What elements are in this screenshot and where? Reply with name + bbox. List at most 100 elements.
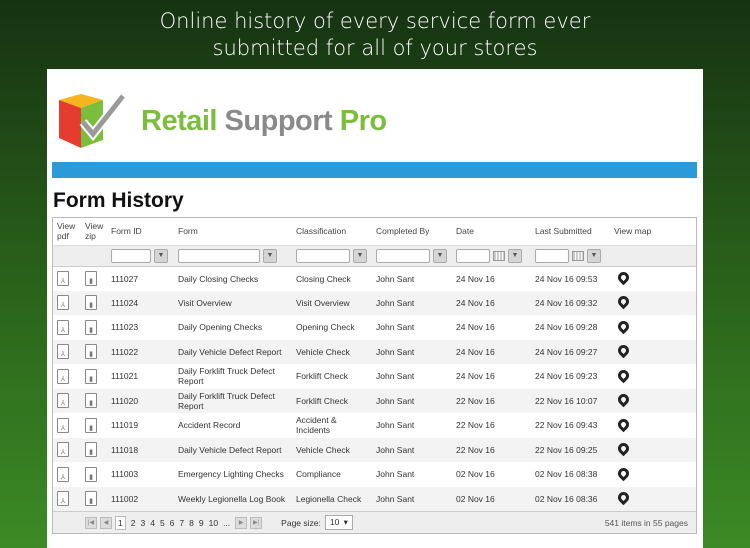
zip-icon[interactable]: ▮ bbox=[85, 466, 97, 482]
page-size-select[interactable]: 10 ▾ bbox=[324, 515, 353, 530]
completed-by: John Sant bbox=[376, 469, 415, 480]
table-row: ⅄ ▮ 111022 Daily Vehicle Defect Report V… bbox=[53, 339, 696, 364]
table-row: ⅄ ▮ 111018 Daily Vehicle Defect Report V… bbox=[53, 437, 696, 462]
pdf-icon[interactable]: ⅄ bbox=[57, 417, 69, 433]
column-header[interactable]: Form bbox=[174, 218, 292, 246]
form-filter-input[interactable] bbox=[178, 248, 260, 263]
pdf-icon[interactable]: ⅄ bbox=[57, 344, 69, 360]
zip-icon[interactable]: ▮ bbox=[85, 368, 97, 384]
pdf-icon[interactable]: ⅄ bbox=[57, 442, 69, 458]
pdf-icon[interactable]: ⅄ bbox=[57, 271, 69, 286]
next-page-button[interactable]: ▶ bbox=[235, 516, 248, 529]
page-link[interactable]: 3 bbox=[140, 518, 145, 528]
form-name: Visit Overview bbox=[174, 290, 292, 315]
map-pin-icon[interactable] bbox=[615, 318, 632, 335]
filter-icon[interactable]: ▼ bbox=[353, 248, 367, 263]
pdf-icon[interactable]: ⅄ bbox=[57, 393, 69, 409]
page-link[interactable]: 8 bbox=[189, 518, 194, 528]
logo-text: Retail Support Pro bbox=[141, 104, 387, 137]
zip-icon[interactable]: ▮ bbox=[85, 319, 97, 335]
calendar-icon[interactable] bbox=[493, 250, 505, 261]
completed-by: John Sant bbox=[376, 371, 415, 382]
date-filter-input[interactable] bbox=[456, 248, 490, 263]
map-pin-icon[interactable] bbox=[615, 465, 632, 482]
filter-icon[interactable]: ▼ bbox=[433, 248, 447, 263]
page-link[interactable]: 10 bbox=[209, 518, 218, 528]
classification: Legionella Check bbox=[292, 486, 372, 511]
last-page-button[interactable]: ▶| bbox=[250, 516, 263, 529]
zip-icon[interactable]: ▮ bbox=[85, 491, 97, 507]
table-row: ⅄ ▮ 111021 Daily Forklift Truck Defect R… bbox=[53, 364, 696, 389]
last-submitted: 22 Nov 16 10:07 bbox=[531, 388, 610, 413]
date: 24 Nov 16 bbox=[452, 290, 531, 315]
filter-icon[interactable]: ▼ bbox=[587, 248, 601, 263]
completed-by-filter-input[interactable] bbox=[376, 248, 430, 263]
filter-icon[interactable]: ▼ bbox=[154, 248, 168, 263]
filter-icon[interactable]: ▼ bbox=[263, 248, 277, 263]
page-link[interactable]: 5 bbox=[160, 518, 165, 528]
page-link[interactable]: 6 bbox=[170, 518, 175, 528]
last-submitted-filter-input[interactable] bbox=[535, 248, 569, 263]
page-link[interactable]: 2 bbox=[131, 518, 136, 528]
classification: Vehicle Check bbox=[292, 339, 372, 364]
map-pin-icon[interactable] bbox=[615, 342, 632, 359]
map-pin-icon[interactable] bbox=[615, 391, 632, 408]
column-header[interactable]: View zip bbox=[81, 218, 107, 246]
pdf-icon[interactable]: ⅄ bbox=[57, 319, 69, 335]
column-header[interactable]: Completed By bbox=[372, 218, 452, 246]
completed-by: John Sant bbox=[376, 420, 415, 431]
zip-icon[interactable]: ▮ bbox=[85, 344, 97, 360]
pdf-icon[interactable]: ⅄ bbox=[57, 466, 69, 482]
column-header[interactable]: Classification bbox=[292, 218, 372, 246]
zip-icon[interactable]: ▮ bbox=[85, 393, 97, 409]
filter-icon[interactable]: ▼ bbox=[508, 248, 522, 263]
map-pin-icon[interactable] bbox=[615, 293, 632, 310]
zip-icon[interactable]: ▮ bbox=[85, 442, 97, 458]
date: 22 Nov 16 bbox=[452, 437, 531, 462]
form-name: Daily Forklift Truck Defect Report bbox=[174, 388, 292, 413]
classification-filter-input[interactable] bbox=[296, 248, 350, 263]
form-name: Emergency Lighting Checks bbox=[178, 469, 284, 480]
date: 22 Nov 16 bbox=[456, 420, 495, 431]
page-link[interactable]: 7 bbox=[179, 518, 184, 528]
page-title: Form History bbox=[53, 189, 184, 212]
prev-page-button[interactable]: ◀ bbox=[100, 516, 112, 529]
form-id-filter-input[interactable] bbox=[111, 248, 151, 263]
page-link[interactable]: 4 bbox=[150, 518, 155, 528]
classification: Vehicle Check bbox=[292, 437, 372, 462]
zip-icon[interactable]: ▮ bbox=[85, 271, 97, 286]
form-name: Daily Forklift Truck Defect Report bbox=[178, 366, 275, 387]
map-pin-icon[interactable] bbox=[615, 269, 632, 286]
calendar-icon[interactable] bbox=[572, 250, 584, 261]
form-id: 111019 bbox=[111, 420, 139, 431]
form-name: Daily Vehicle Defect Report bbox=[174, 339, 292, 364]
column-header[interactable]: View map bbox=[610, 218, 696, 246]
table-row: ⅄ ▮ 111019 Accident Record Accident & In… bbox=[53, 413, 696, 438]
last-submitted: 24 Nov 16 09:23 bbox=[535, 371, 598, 382]
column-header[interactable]: Form ID bbox=[107, 218, 174, 246]
app-panel: Retail Support Pro Form History View pdf… bbox=[47, 69, 703, 548]
map-pin-icon[interactable] bbox=[615, 416, 632, 433]
zip-icon[interactable]: ▮ bbox=[85, 417, 97, 433]
page-link[interactable]: ... bbox=[223, 518, 230, 528]
completed-by: John Sant bbox=[376, 322, 415, 333]
map-pin-icon[interactable] bbox=[615, 489, 632, 506]
pdf-icon[interactable]: ⅄ bbox=[57, 295, 69, 311]
pdf-icon[interactable]: ⅄ bbox=[57, 368, 69, 384]
form-name: Accident Record bbox=[178, 420, 241, 431]
column-header[interactable]: View pdf bbox=[53, 218, 81, 246]
page-link[interactable]: 1 bbox=[115, 515, 126, 530]
zip-icon[interactable]: ▮ bbox=[85, 295, 97, 311]
column-header[interactable]: Date bbox=[452, 218, 531, 246]
page-link[interactable]: 9 bbox=[199, 518, 204, 528]
map-pin-icon[interactable] bbox=[615, 440, 632, 457]
map-pin-icon[interactable] bbox=[615, 367, 632, 384]
pdf-icon[interactable]: ⅄ bbox=[57, 491, 69, 507]
classification: Visit Overview bbox=[292, 290, 372, 315]
first-page-button[interactable]: |◀ bbox=[85, 516, 97, 529]
column-header[interactable]: Last Submitted bbox=[531, 218, 610, 246]
date: 22 Nov 16 bbox=[452, 388, 531, 413]
logo-box-icon bbox=[59, 93, 127, 148]
completed-by: John Sant bbox=[376, 273, 415, 284]
date: 24 Nov 16 bbox=[452, 339, 531, 364]
